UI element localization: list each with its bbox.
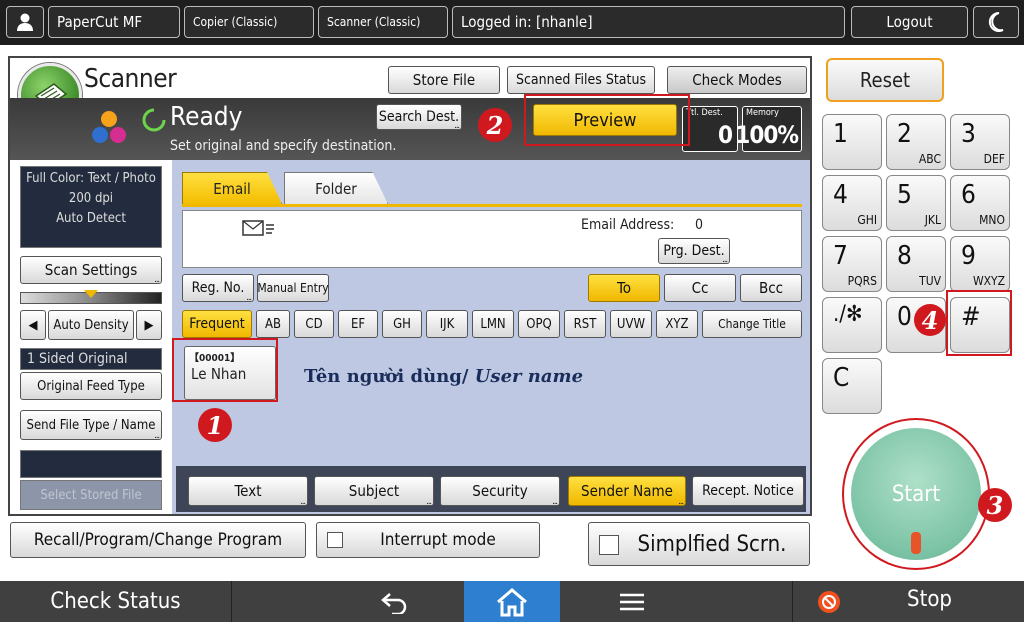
interrupt-checkbox[interactable] (327, 532, 343, 548)
check-status-button[interactable]: Check Status (0, 581, 232, 622)
manual-entry-button[interactable]: Manual Entry (257, 274, 329, 302)
menu-icon[interactable] (590, 581, 674, 622)
sender-name-button[interactable]: Sender Name (568, 476, 686, 507)
key-5[interactable]: 5 JKL (886, 175, 946, 231)
detect-text: Auto Detect (56, 211, 126, 226)
status-band: Ready Set original and specify destinati… (10, 98, 810, 160)
letter-tab-ab[interactable]: AB (256, 310, 290, 338)
highlight-preview (524, 94, 690, 146)
step-marker-1: 1 (198, 408, 232, 442)
papercut-button[interactable]: PaperCut MF (48, 6, 180, 38)
key-2[interactable]: 2 ABC (886, 114, 946, 170)
scanned-files-status-button[interactable]: Scanned Files Status (507, 66, 655, 94)
store-file-button[interactable]: Store File (388, 66, 500, 94)
logout-button[interactable]: Logout (851, 6, 968, 38)
key-9[interactable]: 9 WXYZ (950, 236, 1010, 292)
step-marker-4: 4 (914, 304, 946, 336)
key-clear[interactable]: C (822, 358, 882, 414)
subject-button[interactable]: Subject (314, 476, 434, 507)
ready-status: Ready (170, 102, 243, 132)
text-button[interactable]: Text (188, 476, 308, 507)
key-7[interactable]: 7 PQRS (822, 236, 882, 292)
prg-dest-button[interactable]: Prg. Dest. (658, 238, 730, 265)
blank-info-box (20, 450, 162, 478)
stop-icon (818, 591, 840, 613)
auto-density-button[interactable]: Auto Density (48, 310, 134, 340)
key-8[interactable]: 8 TUV (886, 236, 946, 292)
cc-button[interactable]: Cc (664, 274, 736, 302)
simplified-checkbox[interactable] (599, 535, 619, 555)
simplified-screen-button[interactable]: Simplfied Scrn. (588, 522, 810, 566)
key-4[interactable]: 4 GHI (822, 175, 882, 231)
letter-tab-rst[interactable]: RST (564, 310, 606, 338)
page-title: Scanner (84, 64, 177, 94)
color-mode-text: Full Color: Text / Photo (26, 171, 156, 186)
scan-settings-button[interactable]: Scan Settings (20, 256, 162, 285)
ready-status-icon (142, 108, 166, 132)
tab-folder[interactable]: Folder (284, 172, 388, 204)
sided-original-label: 1 Sided Original (20, 348, 162, 370)
original-feed-type-button[interactable]: Original Feed Type (20, 372, 162, 400)
check-modes-button[interactable]: Check Modes (667, 66, 807, 94)
key-3[interactable]: 3 DEF (950, 114, 1010, 170)
highlight-hash-key (946, 290, 1012, 356)
memory-indicator: Memory 100% (735, 106, 802, 152)
density-increase-button[interactable]: ▶ (136, 310, 162, 340)
select-stored-file-button[interactable]: Select Stored File (20, 480, 162, 510)
key-1[interactable]: 1 (822, 114, 882, 170)
back-icon[interactable] (350, 581, 440, 622)
recall-program-button[interactable]: Recall/Program/Change Program (10, 522, 306, 558)
color-dots-icon (92, 111, 126, 143)
user-name-caption: Tên người dùng/ User name (304, 366, 584, 387)
resolution-text: 200 dpi (68, 191, 114, 206)
tab-email[interactable]: Email (182, 172, 282, 204)
destination-area: Email Folder Email Address: 0 Prg. Dest.… (172, 160, 810, 514)
step-marker-2: 2 (478, 108, 512, 142)
letter-tab-opq[interactable]: OPQ (518, 310, 560, 338)
letter-tab-ijk[interactable]: IJK (426, 310, 468, 338)
letter-tab-gh[interactable]: GH (382, 310, 422, 338)
bcc-button[interactable]: Bcc (740, 274, 802, 302)
stop-button[interactable]: Stop (792, 581, 1024, 622)
scan-settings-column: Full Color: Text / Photo 200 dpi Auto De… (10, 160, 172, 514)
letter-tab-frequent[interactable]: Frequent (182, 310, 252, 338)
scanner-classic-button[interactable]: Scanner (Classic) (318, 6, 448, 38)
step-marker-3: 3 (978, 488, 1012, 522)
density-pointer-icon (84, 290, 98, 298)
email-address-label: Email Address: (581, 217, 675, 233)
letter-tab-lmn[interactable]: LMN (472, 310, 514, 338)
to-button[interactable]: To (588, 274, 660, 302)
send-file-type-button[interactable]: Send File Type / Name (20, 410, 162, 441)
letter-tab-uvw[interactable]: UVW (610, 310, 652, 338)
letter-tab-xyz[interactable]: XYZ (656, 310, 698, 338)
home-icon[interactable] (464, 581, 560, 622)
logged-in-label: Logged in: [nhanle] (452, 6, 845, 38)
total-destinations: Ttl. Dest. 0 (682, 106, 738, 152)
highlight-user-entry (172, 338, 278, 402)
email-icon (242, 220, 274, 236)
main-panel: Scanner Store File Scanned Files Status … (8, 56, 812, 516)
density-decrease-button[interactable]: ◀ (20, 310, 46, 340)
key-6[interactable]: 6 MNO (950, 175, 1010, 231)
security-button[interactable]: Security (440, 476, 560, 507)
user-icon[interactable] (6, 6, 44, 38)
start-indicator-light (911, 532, 921, 554)
moon-icon[interactable] (973, 6, 1019, 38)
email-address-count: 0 (695, 217, 704, 233)
interrupt-mode-button[interactable]: Interrupt mode (316, 522, 540, 558)
copier-classic-button[interactable]: Copier (Classic) (184, 6, 314, 38)
reg-no-button[interactable]: Reg. No. (182, 274, 254, 303)
reset-button[interactable]: Reset (826, 58, 944, 102)
change-title-button[interactable]: Change Title (702, 310, 802, 338)
bottom-bar: Check Status Stop (0, 581, 1024, 622)
letter-tab-cd[interactable]: CD (294, 310, 334, 338)
scan-mode-summary: Full Color: Text / Photo 200 dpi Auto De… (20, 166, 162, 248)
recept-notice-button[interactable]: Recept. Notice (692, 476, 804, 506)
letter-tab-ef[interactable]: EF (338, 310, 378, 338)
tab-underline (182, 204, 802, 207)
top-bar: PaperCut MF Copier (Classic) Scanner (Cl… (0, 0, 1024, 45)
instruction-text: Set original and specify destination. (170, 138, 397, 154)
search-dest-button[interactable]: Search Dest. (376, 104, 462, 131)
key-dot-star[interactable]: ./✻ (822, 297, 882, 353)
